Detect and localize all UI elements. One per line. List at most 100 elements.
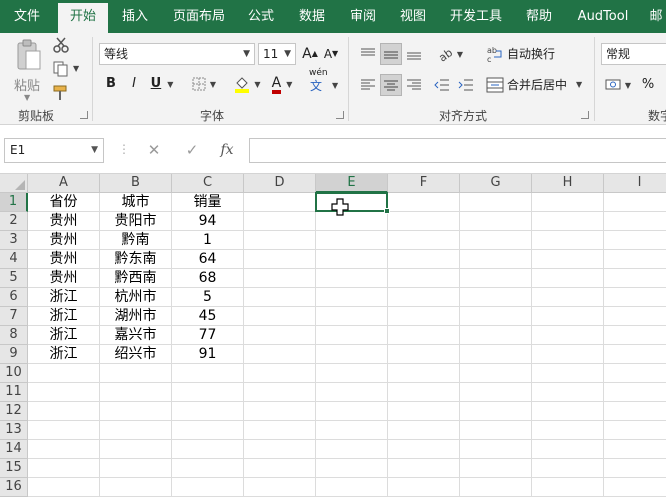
cell-g14[interactable] bbox=[460, 440, 532, 459]
cell-f5[interactable] bbox=[388, 269, 460, 288]
tab-4[interactable]: 公式 bbox=[240, 0, 282, 33]
cell-f9[interactable] bbox=[388, 345, 460, 364]
cell-b6[interactable]: 杭州市 bbox=[100, 288, 172, 307]
merge-center-button[interactable]: 合并后居中 ▼ bbox=[486, 74, 586, 96]
number-format-select[interactable]: 常规 bbox=[601, 43, 666, 65]
cell-h1[interactable] bbox=[532, 193, 604, 212]
row-header-7[interactable]: 7 bbox=[0, 307, 28, 326]
cell-d5[interactable] bbox=[244, 269, 316, 288]
column-header-b[interactable]: B bbox=[100, 174, 172, 193]
column-header-a[interactable]: A bbox=[28, 174, 100, 193]
cell-h11[interactable] bbox=[532, 383, 604, 402]
cell-h3[interactable] bbox=[532, 231, 604, 250]
tab-3[interactable]: 页面布局 bbox=[160, 0, 238, 33]
row-header-16[interactable]: 16 bbox=[0, 478, 28, 497]
cell-f3[interactable] bbox=[388, 231, 460, 250]
cell-g3[interactable] bbox=[460, 231, 532, 250]
cell-e10[interactable] bbox=[316, 364, 388, 383]
fill-handle[interactable] bbox=[384, 208, 390, 214]
cell-g15[interactable] bbox=[460, 459, 532, 478]
cell-g10[interactable] bbox=[460, 364, 532, 383]
underline-button[interactable]: U ▼ bbox=[146, 73, 178, 95]
cell-f7[interactable] bbox=[388, 307, 460, 326]
cell-f12[interactable] bbox=[388, 402, 460, 421]
tab-8[interactable]: 开发工具 bbox=[438, 0, 514, 33]
row-header-13[interactable]: 13 bbox=[0, 421, 28, 440]
cell-a16[interactable] bbox=[28, 478, 100, 497]
cell-b5[interactable]: 黔西南 bbox=[100, 269, 172, 288]
cell-b14[interactable] bbox=[100, 440, 172, 459]
cell-c11[interactable] bbox=[172, 383, 244, 402]
cell-b12[interactable] bbox=[100, 402, 172, 421]
cell-f11[interactable] bbox=[388, 383, 460, 402]
cell-e12[interactable] bbox=[316, 402, 388, 421]
cell-e5[interactable] bbox=[316, 269, 388, 288]
row-header-6[interactable]: 6 bbox=[0, 288, 28, 307]
cell-f10[interactable] bbox=[388, 364, 460, 383]
cell-i1[interactable] bbox=[604, 193, 666, 212]
cell-c14[interactable] bbox=[172, 440, 244, 459]
name-box[interactable]: E1 ▼ bbox=[4, 138, 104, 163]
cell-d14[interactable] bbox=[244, 440, 316, 459]
cell-h7[interactable] bbox=[532, 307, 604, 326]
shrink-font-button[interactable]: A▼ bbox=[322, 43, 340, 65]
cell-d11[interactable] bbox=[244, 383, 316, 402]
cell-e13[interactable] bbox=[316, 421, 388, 440]
tab-7[interactable]: 视图 bbox=[388, 0, 438, 33]
cell-i2[interactable] bbox=[604, 212, 666, 231]
cell-c16[interactable] bbox=[172, 478, 244, 497]
tab-0[interactable]: 文件 bbox=[0, 0, 54, 33]
column-header-i[interactable]: I bbox=[604, 174, 666, 193]
cell-i13[interactable] bbox=[604, 421, 666, 440]
fill-color-button[interactable]: ▼ bbox=[230, 73, 264, 95]
cell-g2[interactable] bbox=[460, 212, 532, 231]
cell-i5[interactable] bbox=[604, 269, 666, 288]
tab-6[interactable]: 审阅 bbox=[338, 0, 388, 33]
grow-font-button[interactable]: A▲ bbox=[301, 43, 319, 65]
cell-d13[interactable] bbox=[244, 421, 316, 440]
cell-b1[interactable]: 城市 bbox=[100, 193, 172, 212]
cell-d10[interactable] bbox=[244, 364, 316, 383]
tab-11[interactable]: 邮 bbox=[644, 0, 666, 33]
cell-c9[interactable]: 91 bbox=[172, 345, 244, 364]
cell-i9[interactable] bbox=[604, 345, 666, 364]
cell-a14[interactable] bbox=[28, 440, 100, 459]
row-header-10[interactable]: 10 bbox=[0, 364, 28, 383]
cell-c12[interactable] bbox=[172, 402, 244, 421]
cell-i11[interactable] bbox=[604, 383, 666, 402]
cell-i7[interactable] bbox=[604, 307, 666, 326]
cell-h12[interactable] bbox=[532, 402, 604, 421]
cell-c3[interactable]: 1 bbox=[172, 231, 244, 250]
dialog-launcher-icon[interactable] bbox=[80, 111, 88, 119]
cell-b8[interactable]: 嘉兴市 bbox=[100, 326, 172, 345]
cell-d2[interactable] bbox=[244, 212, 316, 231]
cell-f16[interactable] bbox=[388, 478, 460, 497]
align-center-button[interactable] bbox=[380, 74, 402, 96]
cell-a3[interactable]: 贵州 bbox=[28, 231, 100, 250]
cell-c10[interactable] bbox=[172, 364, 244, 383]
dialog-launcher-icon[interactable] bbox=[336, 111, 344, 119]
cell-f14[interactable] bbox=[388, 440, 460, 459]
tab-9[interactable]: 帮助 bbox=[516, 0, 562, 33]
column-header-c[interactable]: C bbox=[172, 174, 244, 193]
paste-button[interactable]: 粘贴 ▼ bbox=[12, 39, 44, 102]
format-painter-button[interactable] bbox=[52, 84, 72, 104]
cell-d1[interactable] bbox=[244, 193, 316, 212]
tab-2[interactable]: 插入 bbox=[110, 0, 160, 33]
cell-h8[interactable] bbox=[532, 326, 604, 345]
cell-c7[interactable]: 45 bbox=[172, 307, 244, 326]
cell-a12[interactable] bbox=[28, 402, 100, 421]
align-left-button[interactable] bbox=[357, 74, 379, 96]
cell-d16[interactable] bbox=[244, 478, 316, 497]
cell-g9[interactable] bbox=[460, 345, 532, 364]
tab-10[interactable]: AudTool bbox=[566, 0, 640, 33]
cell-g4[interactable] bbox=[460, 250, 532, 269]
formula-input[interactable] bbox=[249, 138, 666, 163]
cell-a10[interactable] bbox=[28, 364, 100, 383]
cell-a8[interactable]: 浙江 bbox=[28, 326, 100, 345]
cell-e16[interactable] bbox=[316, 478, 388, 497]
cell-h15[interactable] bbox=[532, 459, 604, 478]
cell-a1[interactable]: 省份 bbox=[28, 193, 100, 212]
row-header-11[interactable]: 11 bbox=[0, 383, 28, 402]
row-header-8[interactable]: 8 bbox=[0, 326, 28, 345]
